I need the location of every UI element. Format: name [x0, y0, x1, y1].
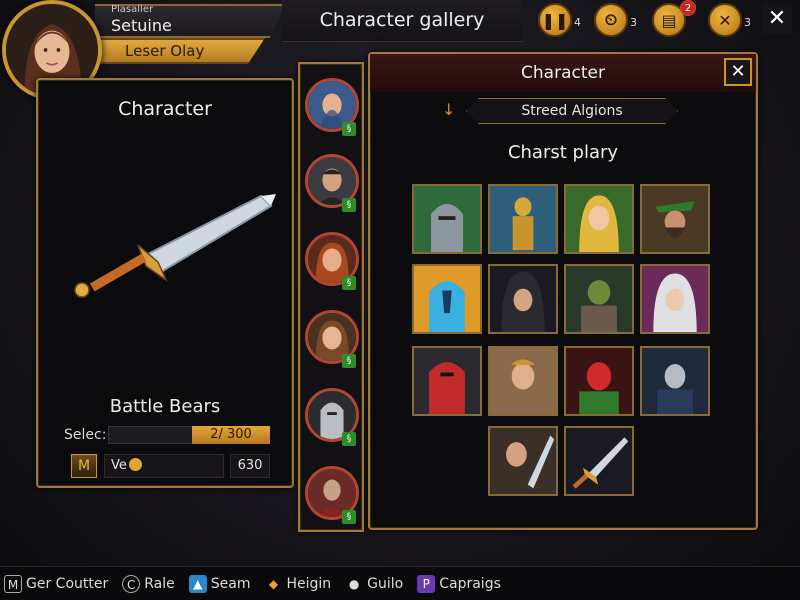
character-tile[interactable]	[488, 264, 558, 334]
player-tiny-label: Plasaller	[111, 4, 154, 15]
nav-label: Guilo	[367, 575, 404, 592]
character-portrait	[566, 348, 632, 414]
player-name: Setuine	[111, 16, 172, 35]
nav-label: Seam	[210, 575, 251, 592]
character-tile[interactable]	[564, 184, 634, 254]
m-icon: M	[4, 574, 22, 593]
character-tile[interactable]	[640, 264, 710, 334]
character-tile[interactable]	[640, 184, 710, 254]
ve-icon[interactable]: M	[71, 454, 97, 478]
ve-field[interactable]: Ve	[104, 454, 224, 478]
nav-label: Ger Coutter	[26, 575, 109, 592]
sword-portrait	[566, 428, 632, 494]
column-badge-2: §	[342, 198, 356, 212]
nav-item-guilo[interactable]: ● Guilo	[345, 575, 403, 593]
select-progress-value: 2/ 300	[192, 426, 270, 444]
coin-icon	[128, 458, 142, 471]
character-gallery-panel: Character ✕ ↓ Streed Algions Charst plar…	[368, 52, 758, 530]
ve-value: 630	[230, 454, 270, 478]
character-portrait	[566, 186, 632, 252]
character-portrait	[642, 266, 708, 332]
nav-item-rale[interactable]: C Rale	[122, 574, 175, 593]
nav-item-capraigs[interactable]: P Capraigs	[417, 574, 501, 593]
character-portrait	[490, 186, 556, 252]
nav-item-ger-coutter[interactable]: M Ger Coutter	[4, 574, 109, 593]
gallery-header: Character	[370, 54, 756, 92]
diamond-icon: ◆	[268, 576, 279, 591]
timer-icon: ⏲	[604, 10, 618, 29]
character-tile[interactable]	[412, 346, 482, 416]
character-column: § § § § § §	[298, 62, 364, 532]
character-portrait	[566, 266, 632, 332]
player-subtitle[interactable]: Leser Olay	[95, 38, 265, 64]
select-label: Selec:	[64, 427, 107, 443]
close-window-button[interactable]: ✕	[762, 4, 792, 34]
character-tile[interactable]	[488, 346, 558, 416]
sort-arrow-icon[interactable]: ↓	[442, 100, 455, 119]
column-badge-5: §	[342, 432, 356, 446]
detail-title: Character	[118, 98, 212, 120]
character-portrait	[414, 186, 480, 252]
column-badge-1: §	[342, 122, 356, 136]
character-tile[interactable]	[564, 346, 634, 416]
chest-notification-badge: 2	[680, 0, 696, 16]
character-portrait	[642, 186, 708, 252]
cross-count: 3	[744, 16, 751, 29]
character-detail-panel: Character Battle Bears Selec: 2/ 300 M V…	[36, 78, 294, 488]
character-portrait	[490, 266, 556, 332]
character-tile[interactable]	[412, 184, 482, 254]
nav-label: Rale	[144, 575, 175, 592]
bottom-navigation: M Ger Coutter C Rale ▲ Seam ◆ Heigin ● G…	[0, 566, 800, 600]
character-tile[interactable]	[488, 184, 558, 254]
page-title: Character gallery	[282, 0, 522, 42]
p-icon: P	[417, 574, 436, 593]
character-tile[interactable]	[564, 264, 634, 334]
character-portrait	[490, 428, 556, 494]
nav-label: Capraigs	[439, 575, 501, 592]
chest-icon: ▤	[661, 10, 677, 30]
cross-icon: ✕	[718, 10, 732, 30]
nav-item-heigin[interactable]: ◆ Heigin	[264, 575, 331, 593]
ve-label: Ve	[111, 458, 127, 473]
column-badge-3: §	[342, 276, 356, 290]
character-portrait	[490, 348, 556, 414]
character-tile[interactable]	[640, 346, 710, 416]
timer-count: 3	[630, 16, 637, 29]
pause-icon: ❚❚	[541, 10, 569, 30]
pause-count: 4	[574, 16, 581, 29]
item-name: Battle Bears	[109, 396, 221, 417]
close-button[interactable]: ✕	[724, 58, 752, 86]
cross-button[interactable]: ✕	[708, 3, 742, 37]
sword-image	[74, 194, 276, 298]
copyright-icon: C	[122, 574, 141, 593]
nav-item-seam[interactable]: ▲ Seam	[188, 574, 251, 593]
character-portrait	[414, 348, 480, 414]
character-portrait	[414, 266, 480, 332]
character-tile[interactable]	[564, 426, 634, 496]
timer-button[interactable]: ⏲	[594, 3, 628, 37]
column-badge-6: §	[342, 510, 356, 524]
person-icon: ●	[348, 576, 360, 591]
pause-button[interactable]: ❚❚	[538, 3, 572, 37]
gallery-section-title: Charst plary	[507, 142, 619, 163]
column-badge-4: §	[342, 354, 356, 368]
player-name-plate: Plasaller Setuine	[95, 4, 285, 38]
nav-label: Heigin	[286, 575, 332, 592]
triangle-icon: ▲	[188, 574, 207, 593]
character-tile[interactable]	[412, 264, 482, 334]
character-tile[interactable]	[488, 426, 558, 496]
character-portrait	[642, 348, 708, 414]
filter-dropdown[interactable]: Streed Algions	[466, 98, 678, 124]
